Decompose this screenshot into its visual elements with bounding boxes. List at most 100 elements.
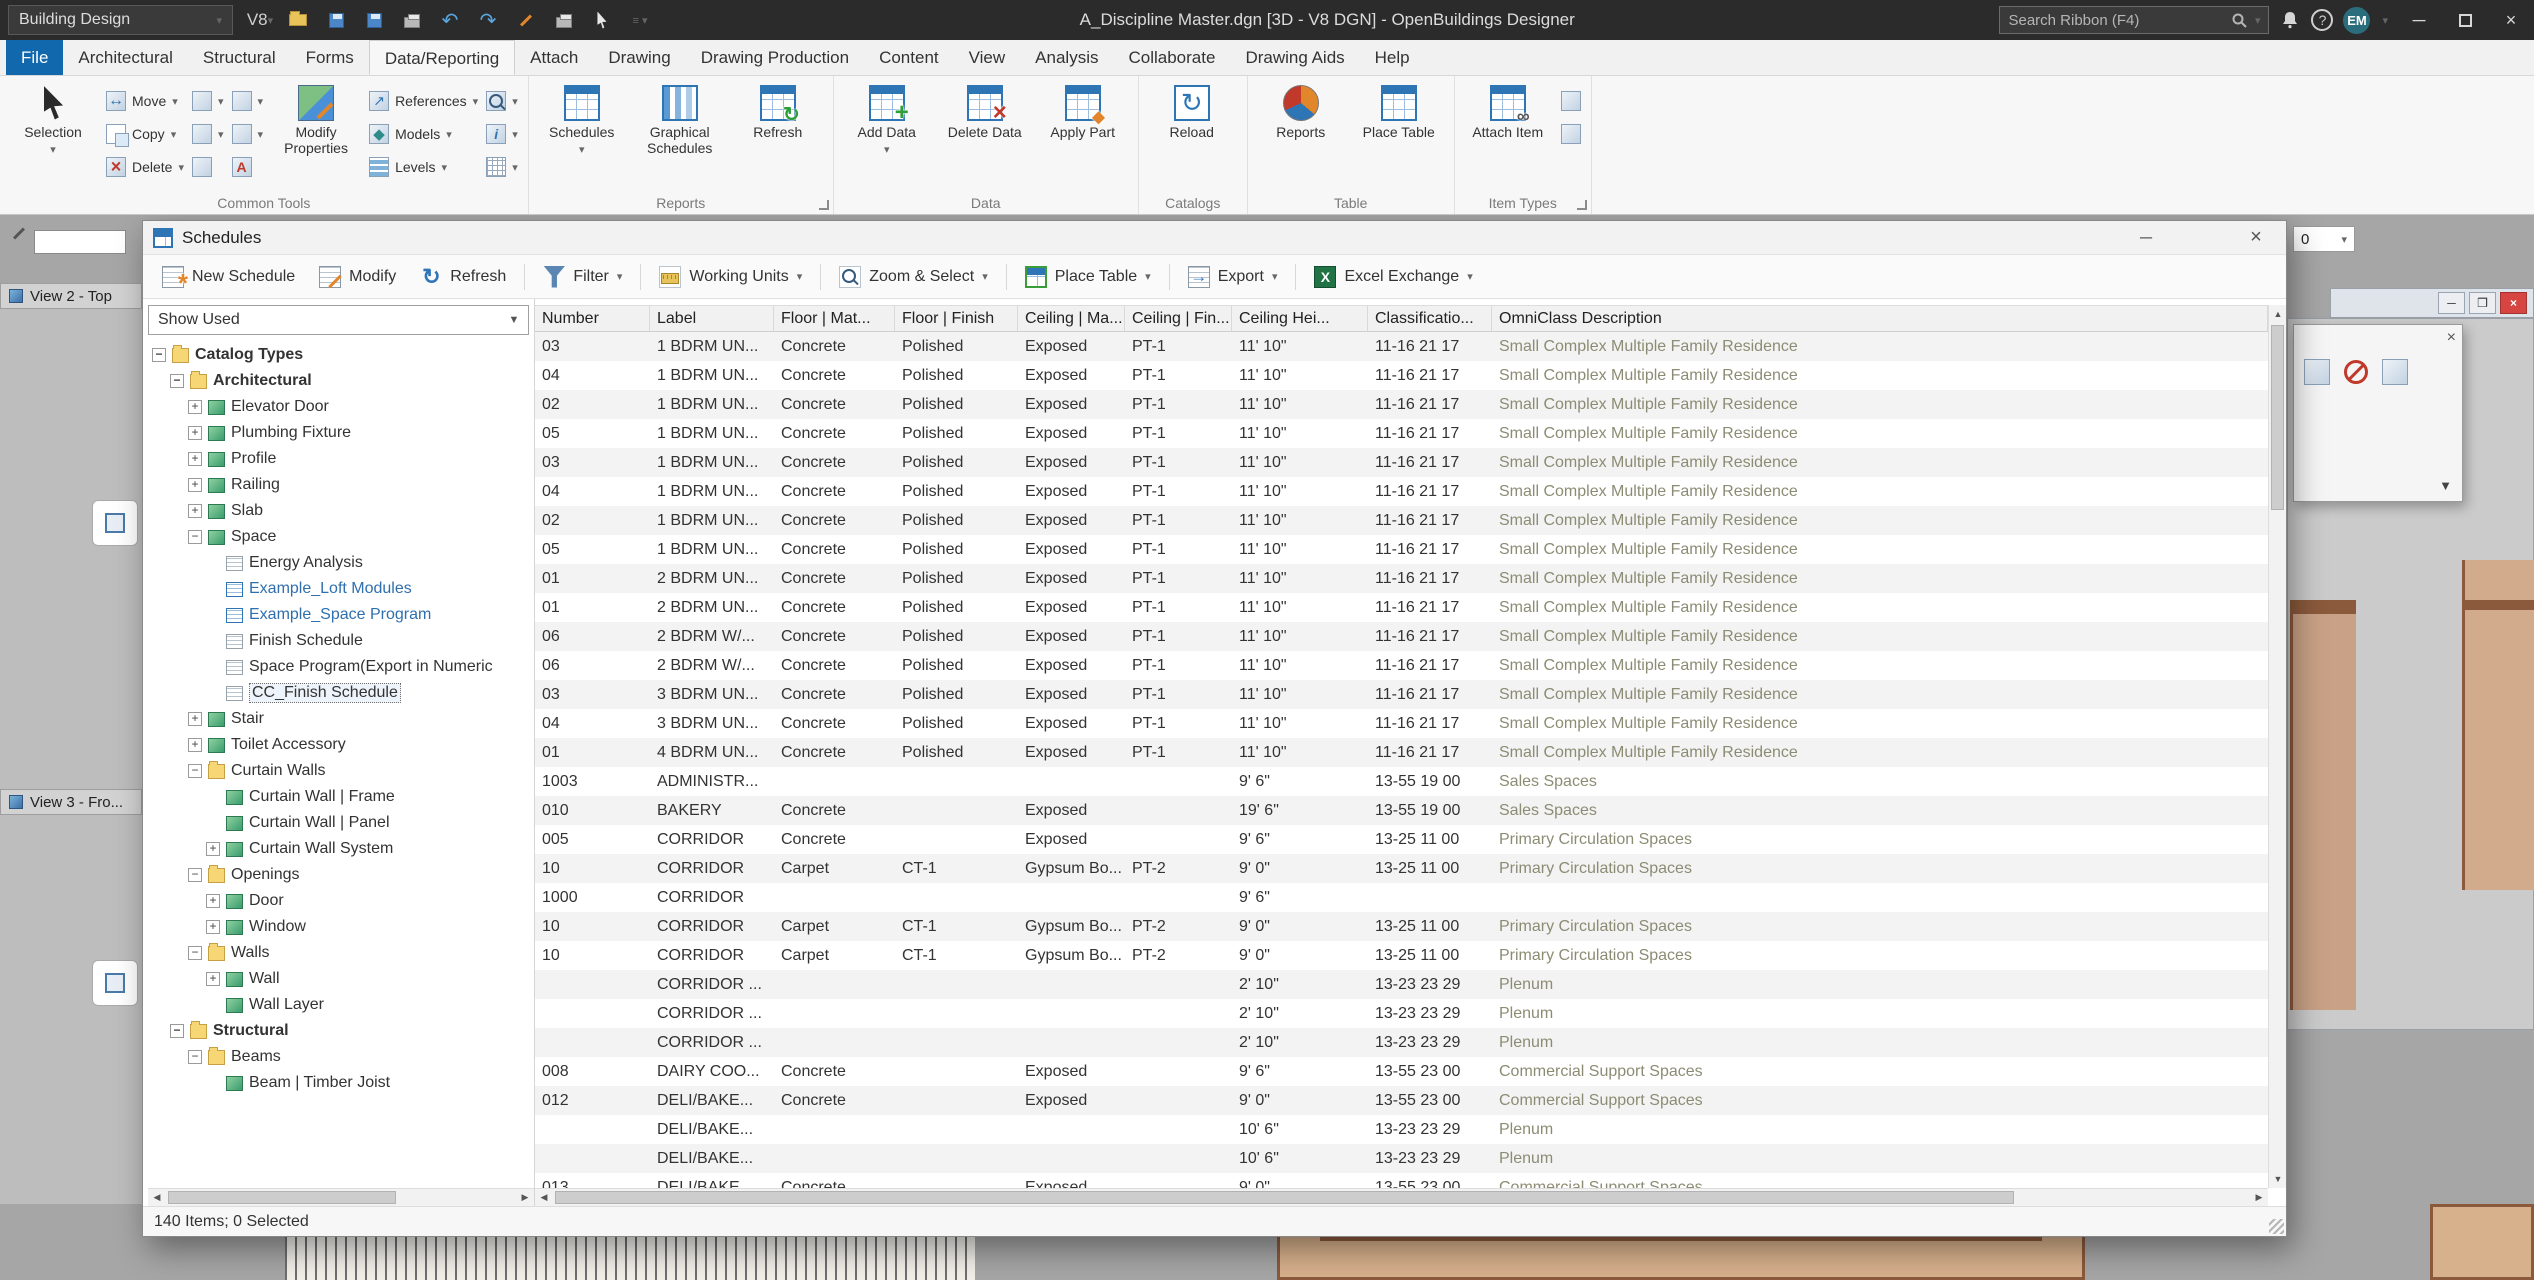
- tree-item-finish-schedule[interactable]: Finish Schedule: [148, 628, 534, 654]
- tree-item-curtain-wall-system[interactable]: +Curtain Wall System: [148, 836, 534, 862]
- ribbon-button-reload[interactable]: Reload: [1147, 81, 1237, 140]
- markup-pen-icon[interactable]: [511, 5, 541, 35]
- undo-icon[interactable]: ↶: [435, 5, 465, 35]
- save-settings-icon[interactable]: [359, 5, 389, 35]
- scroll-right-icon[interactable]: ▶: [2250, 1189, 2268, 1207]
- tree-item-architectural[interactable]: −Architectural: [148, 368, 534, 394]
- tree-item-cc-finish-schedule[interactable]: CC_Finish Schedule: [148, 680, 534, 706]
- tree-item-curtain-walls[interactable]: −Curtain Walls: [148, 758, 534, 784]
- scroll-down-icon[interactable]: ▼: [2269, 1170, 2287, 1188]
- table-row[interactable]: 10CORRIDORCarpetCT-1Gypsum Bo...PT-29' 0…: [535, 854, 2268, 883]
- ribbon-search[interactable]: Search Ribbon (F4) ▾: [1999, 6, 2269, 34]
- tree-item-elevator-door[interactable]: +Elevator Door: [148, 394, 534, 420]
- tree-item-slab[interactable]: +Slab: [148, 498, 534, 524]
- table-row[interactable]: DELI/BAKE...10' 6"13-23 23 29Plenum: [535, 1115, 2268, 1144]
- expand-icon[interactable]: +: [206, 842, 220, 856]
- expand-icon[interactable]: +: [188, 452, 202, 466]
- column-header-ceiling-hei[interactable]: Ceiling Hei...: [1232, 306, 1368, 331]
- ribbon-button-add-data[interactable]: Add Data▾: [842, 81, 932, 156]
- collapse-icon[interactable]: −: [188, 946, 202, 960]
- collapse-icon[interactable]: −: [188, 1050, 202, 1064]
- table-row[interactable]: 051 BDRM UN...ConcretePolishedExposedPT-…: [535, 535, 2268, 564]
- expand-icon[interactable]: +: [188, 504, 202, 518]
- item-sync-tool-button[interactable]: [1561, 120, 1581, 148]
- tab-attach[interactable]: Attach: [515, 40, 593, 75]
- tab-drawing-aids[interactable]: Drawing Aids: [1230, 40, 1359, 75]
- toolbar-button-zoom-select[interactable]: Zoom & Select▾: [828, 260, 998, 294]
- collapse-icon[interactable]: −: [188, 764, 202, 778]
- version-selector[interactable]: V8▾: [245, 5, 275, 35]
- chevron-down-icon[interactable]: ▾: [2255, 14, 2261, 27]
- table-row[interactable]: 021 BDRM UN...ConcretePolishedExposedPT-…: [535, 506, 2268, 535]
- print-icon[interactable]: [549, 5, 579, 35]
- collapse-icon[interactable]: −: [188, 530, 202, 544]
- tree-item-structural[interactable]: −Structural: [148, 1018, 534, 1044]
- column-header-label[interactable]: Label: [650, 306, 774, 331]
- minimize-button[interactable]: ─: [2438, 292, 2465, 314]
- ribbon-button-modify-properties[interactable]: Modify Properties: [271, 81, 361, 156]
- pattern-tools-button[interactable]: ▾: [192, 120, 224, 148]
- avatar[interactable]: EM: [2343, 7, 2370, 34]
- tab-view[interactable]: View: [954, 40, 1021, 75]
- grid-tools-button[interactable]: ▾: [486, 153, 518, 181]
- tab-structural[interactable]: Structural: [188, 40, 291, 75]
- expand-icon[interactable]: +: [206, 972, 220, 986]
- close-button[interactable]: ×: [2236, 226, 2276, 249]
- info-tools-button[interactable]: ▾: [486, 120, 518, 148]
- drop-element-button[interactable]: [192, 153, 224, 181]
- column-header-floor-finish[interactable]: Floor | Finish: [895, 306, 1018, 331]
- tree-item-door[interactable]: +Door: [148, 888, 534, 914]
- table-row[interactable]: CORRIDOR ...2' 10"13-23 23 29Plenum: [535, 970, 2268, 999]
- table-row[interactable]: 012DELI/BAKE...ConcreteExposed9' 0"13-55…: [535, 1086, 2268, 1115]
- minimize-button[interactable]: ─: [2126, 228, 2166, 248]
- tree-item-toilet-accessory[interactable]: +Toilet Accessory: [148, 732, 534, 758]
- tab-analysis[interactable]: Analysis: [1020, 40, 1113, 75]
- table-row[interactable]: 012 BDRM UN...ConcretePolishedExposedPT-…: [535, 564, 2268, 593]
- table-row[interactable]: 1003ADMINISTR...9' 6"13-55 19 00Sales Sp…: [535, 767, 2268, 796]
- ribbon-button-selection[interactable]: Selection▾: [8, 81, 98, 156]
- tab-collaborate[interactable]: Collaborate: [1113, 40, 1230, 75]
- view-window-2[interactable]: View 2 - Top: [0, 283, 142, 309]
- tool-icon[interactable]: [2382, 359, 2408, 385]
- toolbar-options-icon[interactable]: ≡ ▾: [625, 5, 655, 35]
- account-chevron-icon[interactable]: ▾: [2382, 14, 2388, 27]
- view-2-canvas[interactable]: [0, 309, 142, 789]
- table-row[interactable]: 005CORRIDORConcreteExposed9' 6"13-25 11 …: [535, 825, 2268, 854]
- expand-icon[interactable]: +: [188, 478, 202, 492]
- help-icon[interactable]: ?: [2311, 9, 2333, 31]
- table-row[interactable]: 043 BDRM UN...ConcretePolishedExposedPT-…: [535, 709, 2268, 738]
- tree-item-profile[interactable]: +Profile: [148, 446, 534, 472]
- tab-drawing-production[interactable]: Drawing Production: [686, 40, 864, 75]
- tab-architectural[interactable]: Architectural: [63, 40, 187, 75]
- tree-item-wall-layer[interactable]: Wall Layer: [148, 992, 534, 1018]
- tree-item-walls[interactable]: −Walls: [148, 940, 534, 966]
- tree-item-energy-analysis[interactable]: Energy Analysis: [148, 550, 534, 576]
- ribbon-button-models[interactable]: Models▾: [369, 120, 478, 148]
- table-row[interactable]: 031 BDRM UN...ConcretePolishedExposedPT-…: [535, 448, 2268, 477]
- tree-item-openings[interactable]: −Openings: [148, 862, 534, 888]
- table-row[interactable]: 014 BDRM UN...ConcretePolishedExposedPT-…: [535, 738, 2268, 767]
- close-button[interactable]: ×: [2488, 0, 2534, 40]
- column-header-ceiling-ma[interactable]: Ceiling | Ma...: [1018, 306, 1125, 331]
- table-row[interactable]: 041 BDRM UN...ConcretePolishedExposedPT-…: [535, 477, 2268, 506]
- view-tool-popup[interactable]: [92, 960, 138, 1006]
- tree-item-space-program-export-in-numeric[interactable]: Space Program(Export in Numeric: [148, 654, 534, 680]
- view-tool-popup[interactable]: [92, 500, 138, 546]
- item-types-tool-button[interactable]: [1561, 87, 1581, 115]
- tree-item-example-loft-modules[interactable]: Example_Loft Modules: [148, 576, 534, 602]
- tree-filter-dropdown[interactable]: Show Used ▼: [148, 305, 529, 335]
- table-vertical-scrollbar[interactable]: ▲ ▼: [2268, 305, 2286, 1188]
- table-row[interactable]: 013DELI/BAKE...ConcreteExposed9' 0"13-55…: [535, 1173, 2268, 1188]
- minimize-button[interactable]: ─: [2396, 0, 2442, 40]
- text-style-button[interactable]: [232, 153, 264, 181]
- tab-drawing[interactable]: Drawing: [593, 40, 685, 75]
- table-row[interactable]: 051 BDRM UN...ConcretePolishedExposedPT-…: [535, 419, 2268, 448]
- ribbon-button-levels[interactable]: Levels▾: [369, 153, 478, 181]
- ribbon-button-attach-item[interactable]: Attach Item: [1463, 81, 1553, 140]
- tab-forms[interactable]: Forms: [291, 40, 369, 75]
- expand-icon[interactable]: +: [188, 738, 202, 752]
- toolbar-button-refresh[interactable]: Refresh: [409, 260, 517, 294]
- expand-icon[interactable]: +: [188, 426, 202, 440]
- tree-item-example-space-program[interactable]: Example_Space Program: [148, 602, 534, 628]
- tree-item-space[interactable]: −Space: [148, 524, 534, 550]
